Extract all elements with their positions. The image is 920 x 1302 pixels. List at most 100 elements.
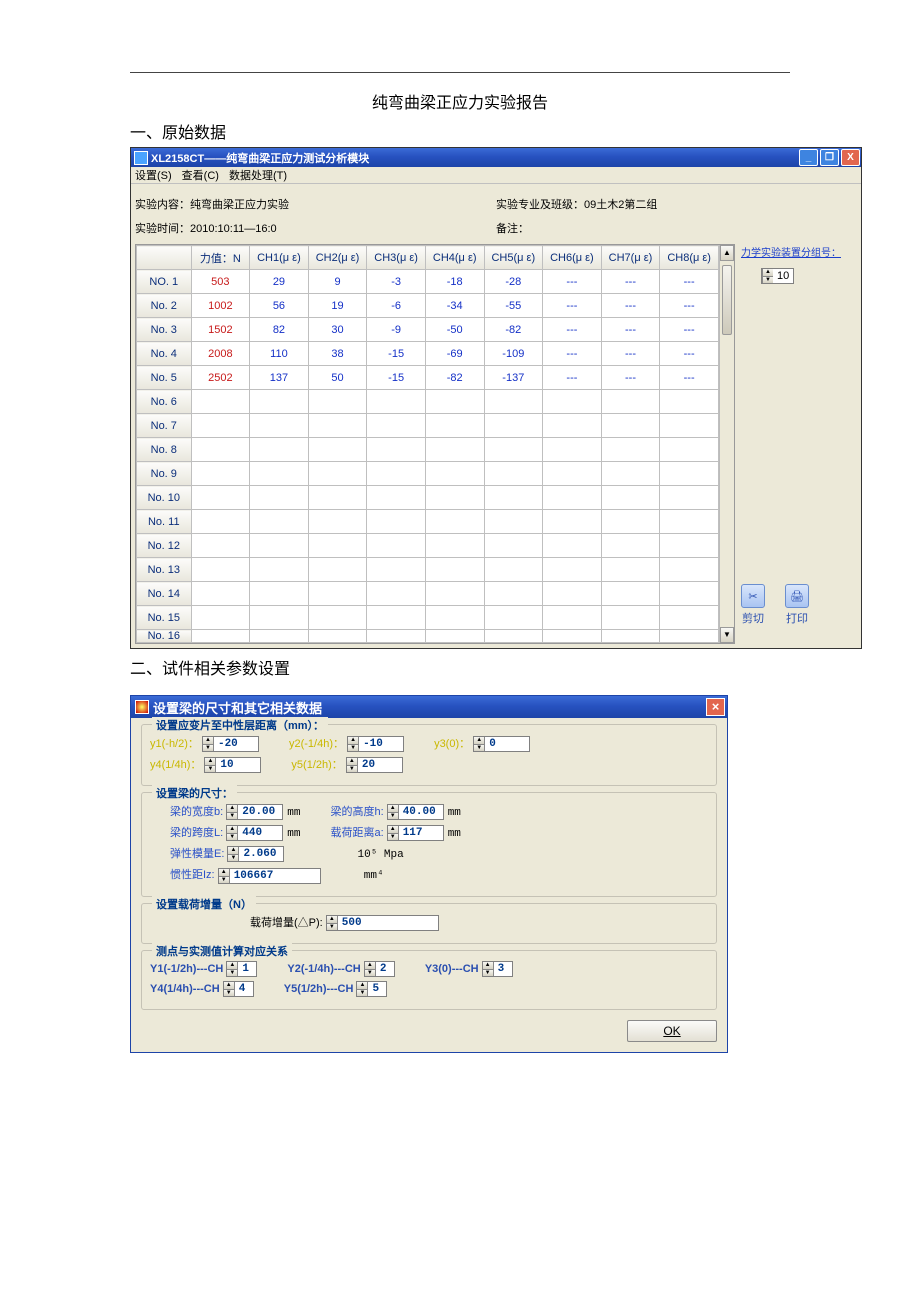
channel-cell[interactable] [308,438,367,462]
scroll-up-button[interactable]: ▲ [720,245,734,261]
channel-cell[interactable]: -9 [367,318,426,342]
channel-cell[interactable]: 19 [308,294,367,318]
channel-cell[interactable] [484,606,543,630]
channel-cell[interactable] [601,630,660,643]
channel-cell[interactable]: --- [601,342,660,366]
channel-cell[interactable]: -28 [484,270,543,294]
ok-button[interactable]: OK [627,1020,717,1042]
channel-cell[interactable] [543,510,602,534]
channel-cell[interactable]: -50 [425,318,484,342]
channel-cell[interactable] [660,534,719,558]
channel-cell[interactable] [425,534,484,558]
channel-cell[interactable]: --- [543,342,602,366]
channel-cell[interactable] [660,558,719,582]
channel-cell[interactable]: -82 [425,366,484,390]
channel-cell[interactable] [601,510,660,534]
channel-cell[interactable]: -82 [484,318,543,342]
channel-cell[interactable]: 82 [250,318,309,342]
channel-cell[interactable] [425,606,484,630]
channel-cell[interactable] [660,606,719,630]
channel-cell[interactable] [660,462,719,486]
channel-cell[interactable]: --- [601,366,660,390]
Iz-spinner[interactable]: ▲▼106667 [218,868,321,884]
channel-cell[interactable] [367,558,426,582]
channel-cell[interactable]: --- [601,270,660,294]
h-spinner[interactable]: ▲▼40.00 [387,804,444,820]
channel-cell[interactable] [367,534,426,558]
channel-cell[interactable] [543,630,602,643]
channel-cell[interactable] [543,606,602,630]
channel-cell[interactable] [543,462,602,486]
channel-cell[interactable] [425,630,484,643]
group-number-spinner[interactable]: ▲ ▼ 10 [761,268,794,284]
cut-tool[interactable]: ✂ 剪切 [741,584,765,626]
channel-cell[interactable] [601,534,660,558]
channel-cell[interactable] [601,558,660,582]
b-spinner[interactable]: ▲▼20.00 [226,804,283,820]
channel-cell[interactable] [250,558,309,582]
channel-cell[interactable]: -15 [367,366,426,390]
channel-cell[interactable] [250,534,309,558]
channel-cell[interactable] [660,414,719,438]
channel-cell[interactable] [660,630,719,643]
channel-cell[interactable]: -6 [367,294,426,318]
channel-cell[interactable] [543,390,602,414]
m2-spinner[interactable]: ▲▼2 [364,961,395,977]
channel-cell[interactable]: --- [601,294,660,318]
channel-cell[interactable] [484,486,543,510]
force-cell[interactable] [191,438,250,462]
m3-spinner[interactable]: ▲▼3 [482,961,513,977]
y4-spinner[interactable]: ▲▼10 [204,757,261,773]
channel-cell[interactable] [543,486,602,510]
window-minimize-button[interactable]: _ [799,149,818,166]
menu-view[interactable]: 查看(C) [182,167,219,183]
a-spinner[interactable]: ▲▼117 [387,825,444,841]
channel-cell[interactable] [425,486,484,510]
channel-cell[interactable] [367,414,426,438]
force-cell[interactable]: 2502 [191,366,250,390]
group-spin-up[interactable]: ▲ [762,269,773,276]
channel-cell[interactable]: --- [543,318,602,342]
channel-cell[interactable] [543,414,602,438]
channel-cell[interactable] [308,390,367,414]
scroll-down-button[interactable]: ▼ [720,627,734,643]
window-maximize-button[interactable]: ❐ [820,149,839,166]
channel-cell[interactable]: --- [660,294,719,318]
force-cell[interactable]: 503 [191,270,250,294]
channel-cell[interactable] [308,606,367,630]
channel-cell[interactable] [660,510,719,534]
channel-cell[interactable] [484,558,543,582]
force-cell[interactable]: 2008 [191,342,250,366]
channel-cell[interactable] [425,510,484,534]
channel-cell[interactable] [367,582,426,606]
channel-cell[interactable] [308,630,367,643]
channel-cell[interactable] [601,606,660,630]
channel-cell[interactable] [484,462,543,486]
channel-cell[interactable] [484,534,543,558]
force-cell[interactable]: 1502 [191,318,250,342]
y3-spinner[interactable]: ▲▼0 [473,736,530,752]
channel-cell[interactable]: 110 [250,342,309,366]
y1-spinner[interactable]: ▲▼-20 [202,736,259,752]
channel-cell[interactable] [660,438,719,462]
channel-cell[interactable] [425,582,484,606]
channel-cell[interactable] [250,606,309,630]
force-cell[interactable] [191,390,250,414]
m1-spinner[interactable]: ▲▼1 [226,961,257,977]
channel-cell[interactable]: 137 [250,366,309,390]
channel-cell[interactable] [250,510,309,534]
channel-cell[interactable] [367,462,426,486]
channel-cell[interactable]: -34 [425,294,484,318]
channel-cell[interactable]: --- [660,342,719,366]
channel-cell[interactable] [484,438,543,462]
L-spinner[interactable]: ▲▼440 [226,825,283,841]
channel-cell[interactable]: --- [660,270,719,294]
channel-cell[interactable] [601,390,660,414]
m4-spinner[interactable]: ▲▼4 [223,981,254,997]
channel-cell[interactable] [250,390,309,414]
channel-cell[interactable]: 30 [308,318,367,342]
window-close-button[interactable]: X [841,149,860,166]
channel-cell[interactable] [250,630,309,643]
channel-cell[interactable]: -15 [367,342,426,366]
force-cell[interactable] [191,462,250,486]
